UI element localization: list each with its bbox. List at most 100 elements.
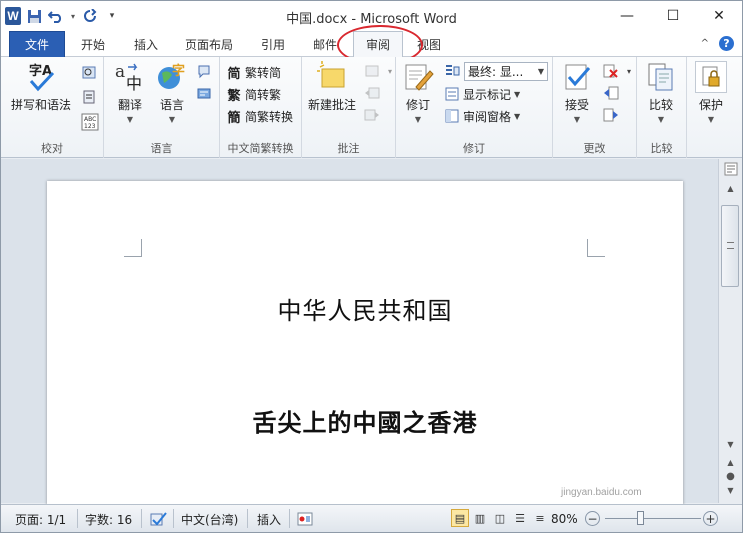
language-status[interactable]: 中文(台湾) — [181, 510, 238, 528]
full-screen-reading-icon[interactable]: ▥ — [471, 509, 489, 527]
undo-icon[interactable] — [47, 7, 65, 25]
compare-button[interactable]: 比较 ▼ — [645, 61, 677, 124]
delete-comment-icon[interactable] — [364, 63, 380, 79]
scroll-thumb[interactable] — [721, 205, 739, 287]
chinese-conversion-button[interactable]: 簡 简繁转换 — [226, 106, 293, 126]
traditional-icon: 繁 — [227, 88, 241, 104]
accept-button[interactable]: 接受 ▼ — [561, 61, 593, 124]
tab-bar-right: ^ ? — [701, 36, 734, 51]
word-count-icon[interactable]: ABC 123 — [81, 113, 99, 131]
title-bar: W ▾ ▾ 中国.docx - Microsoft Word — ☐ ✕ — [1, 1, 742, 31]
minimize-ribbon-icon[interactable]: ^ — [701, 38, 709, 49]
web-layout-icon[interactable]: ◫ — [491, 509, 509, 527]
conversion-icon: 簡 — [227, 110, 241, 126]
page-count[interactable]: 页面: 1/1 — [15, 510, 66, 528]
vertical-scrollbar[interactable]: ▲ ▼ ▲ ● ▼ — [718, 159, 742, 503]
status-separator — [247, 509, 248, 528]
tab-view[interactable]: 视图 — [409, 31, 449, 57]
browse-object-button[interactable]: ● — [722, 469, 739, 483]
close-button[interactable]: ✕ — [696, 1, 742, 31]
display-for-review-icon — [444, 63, 460, 79]
display-for-review-dropdown[interactable]: 最终: 显... ▼ — [464, 62, 548, 81]
print-layout-view-icon[interactable]: ▤ — [451, 509, 469, 527]
reviewing-pane-icon — [444, 108, 460, 124]
tab-insert[interactable]: 插入 — [123, 31, 169, 57]
margin-corner-top-right — [587, 239, 605, 257]
thesaurus-icon[interactable] — [81, 89, 97, 105]
accept-dropdown-icon: ▼ — [573, 115, 581, 124]
set-language-icon[interactable] — [196, 85, 212, 101]
tab-page-layout[interactable]: 页面布局 — [177, 31, 241, 57]
zoom-slider-thumb[interactable] — [637, 511, 644, 525]
redo-icon[interactable] — [81, 7, 99, 25]
tab-mailings[interactable]: 邮件 — [305, 31, 345, 57]
spelling-grammar-button[interactable]: 字A 拼写和语法 — [11, 61, 71, 113]
zoom-level[interactable]: 80% — [551, 510, 578, 528]
next-comment-icon[interactable] — [364, 107, 380, 123]
next-change-icon[interactable] — [603, 107, 619, 123]
traditional-to-simplified-button[interactable]: 简 繁转简 — [226, 62, 281, 82]
next-page-button[interactable]: ▼ — [722, 483, 739, 497]
help-icon[interactable]: ? — [719, 36, 734, 51]
language-button[interactable]: 字 语言 ▼ — [156, 61, 188, 124]
save-icon[interactable] — [25, 7, 43, 25]
track-changes-label: 修订 — [405, 98, 430, 112]
track-changes-button[interactable]: 修订 ▼ — [402, 61, 434, 124]
group-changes-label: 更改 — [583, 142, 606, 155]
proofing-status-icon[interactable] — [149, 510, 167, 528]
translate-tooltip-icon[interactable] — [196, 63, 212, 79]
previous-comment-icon[interactable] — [364, 85, 380, 101]
customize-toolbar-icon[interactable]: ▾ — [103, 7, 121, 25]
group-language-label: 语言 — [150, 142, 173, 155]
zoom-slider-track[interactable] — [605, 518, 701, 519]
protect-button[interactable]: 保护 ▼ — [695, 61, 727, 124]
translate-button[interactable]: a中 翻译 ▼ — [114, 61, 146, 124]
status-separator — [77, 509, 78, 528]
reviewing-pane-dropdown-icon: ▼ — [514, 111, 521, 121]
macro-record-icon[interactable] — [297, 510, 313, 528]
outline-view-icon[interactable]: ☰ — [511, 509, 529, 527]
scroll-down-button[interactable]: ▼ — [722, 437, 739, 451]
view-ruler-icon[interactable] — [723, 161, 738, 176]
scroll-up-button[interactable]: ▲ — [722, 181, 739, 195]
word-logo-icon[interactable]: W — [5, 7, 21, 25]
group-compare: 比较 ▼ 比较 — [637, 57, 687, 158]
status-separator — [289, 509, 290, 528]
zoom-in-button[interactable]: + — [703, 511, 718, 526]
group-proofing-label: 校对 — [41, 142, 63, 155]
minimize-button[interactable]: — — [604, 1, 650, 31]
tab-home[interactable]: 开始 — [71, 31, 115, 57]
compare-label: 比较 — [648, 98, 673, 112]
maximize-button[interactable]: ☐ — [650, 1, 696, 31]
protect-dropdown-icon: ▼ — [707, 115, 715, 124]
reviewing-pane-button[interactable]: 审阅窗格 ▼ — [444, 106, 520, 126]
show-markup-label: 显示标记 — [463, 87, 512, 102]
tab-file[interactable]: 文件 — [9, 31, 65, 57]
word-count[interactable]: 字数: 16 — [85, 510, 132, 528]
document-line-1[interactable]: 中华人民共和国 — [47, 291, 683, 326]
undo-dropdown-icon[interactable]: ▾ — [69, 7, 77, 25]
spelling-grammar-label: 拼写和语法 — [11, 98, 72, 112]
new-comment-label: 新建批注 — [308, 98, 357, 112]
draft-view-icon[interactable]: ≡ — [531, 509, 549, 527]
previous-change-icon[interactable] — [603, 85, 619, 101]
track-changes-dropdown-icon: ▼ — [414, 115, 422, 124]
document-line-2[interactable]: 舌尖上的中國之香港 — [47, 403, 683, 438]
previous-page-button[interactable]: ▲ — [722, 455, 739, 469]
simplified-to-traditional-button[interactable]: 繁 简转繁 — [226, 84, 281, 104]
show-markup-button[interactable]: 显示标记 ▼ — [444, 84, 520, 104]
reject-dropdown-icon[interactable]: ▾ — [621, 63, 637, 79]
tab-references[interactable]: 引用 — [251, 31, 295, 57]
research-icon[interactable] — [81, 65, 97, 81]
group-tracking: 修订 ▼ 最终: 显... ▼ 显示标记 ▼ 审阅窗格 ▼ 修订 — [396, 57, 553, 158]
insert-mode-status[interactable]: 插入 — [257, 510, 281, 528]
reject-icon[interactable] — [603, 63, 619, 79]
group-chinese-label: 中文简繁转换 — [227, 142, 294, 155]
zoom-out-button[interactable]: − — [585, 511, 600, 526]
new-comment-button[interactable]: 新建批注 — [308, 61, 356, 113]
compare-icon — [645, 61, 677, 93]
new-comment-icon — [316, 61, 348, 93]
document-page[interactable]: 中华人民共和国 舌尖上的中國之香港 — [47, 181, 683, 511]
ribbon-tab-bar: 文件 开始 插入 页面布局 引用 邮件 审阅 视图 ^ ? — [1, 31, 742, 58]
tab-review[interactable]: 审阅 — [353, 31, 403, 58]
